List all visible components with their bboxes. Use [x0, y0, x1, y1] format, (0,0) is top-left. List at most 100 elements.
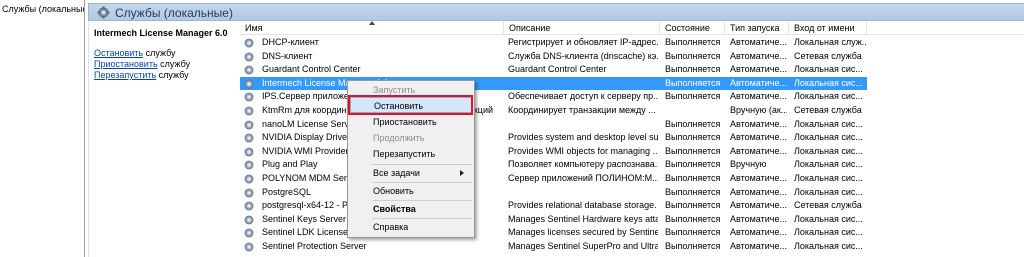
tree-item-services-local[interactable]: Службы (локальные) [0, 3, 84, 16]
service-logon-cell: Локальная сис... [794, 173, 863, 183]
column-header-logon-as[interactable]: Вход от имени [789, 21, 867, 35]
service-description-cell: Служба DNS-клиента (dnscache) кэ... [508, 50, 658, 61]
menu-item-resume[interactable]: Продолжить [350, 130, 472, 146]
service-row[interactable]: nanoLM License Server Выполняется Автомати… [240, 118, 867, 132]
service-row[interactable]: Intermech License Manager 6.0 Выполняется… [240, 76, 867, 91]
service-row[interactable]: POLYNOM MDM Service Сервер приложений ПОЛ… [240, 172, 867, 186]
service-gear-icon [244, 79, 254, 89]
console-tree: Службы (локальные) [0, 0, 85, 257]
service-gear-icon [244, 38, 254, 48]
service-name-cell: DNS-клиент [262, 50, 313, 61]
extended-info-pane: Intermech License Manager 6.0 Остановить… [88, 21, 240, 257]
service-status-cell: Выполняется [665, 213, 721, 224]
menu-item-restart[interactable]: Перезапустить [350, 146, 472, 162]
service-row[interactable]: DHCP-клиент Регистрирует и обновляет IP-а… [240, 36, 867, 50]
service-row[interactable]: Sentinel Protection Server Manages Sentin… [240, 240, 867, 254]
service-status-cell: Выполняется [665, 118, 721, 129]
service-gear-icon [244, 147, 254, 157]
service-gear-icon [244, 120, 254, 129]
service-startup-cell: Автоматиче... [730, 77, 787, 88]
service-status-cell: Выполняется [665, 91, 721, 102]
service-gear-icon [244, 242, 254, 252]
service-logon-cell: Сетевая служба [794, 105, 862, 115]
service-gear-icon [244, 106, 254, 116]
service-name-cell: DHCP-клиент [262, 37, 319, 47]
selected-service-title: Intermech License Manager 6.0 [94, 28, 228, 38]
service-logon-cell: Локальная сис... [794, 213, 863, 224]
column-header-filler [867, 21, 1024, 35]
service-row[interactable]: Guardant Control Center Guardant Control … [240, 63, 867, 77]
service-row[interactable]: NVIDIA Display Driver Service Provides sy… [240, 131, 867, 145]
menu-item-properties[interactable]: Свойства [350, 201, 472, 217]
service-row[interactable]: Sentinel LDK License Manager Manages lice… [240, 226, 867, 240]
service-status-cell: Выполняется [665, 37, 721, 47]
service-gear-icon [244, 65, 254, 75]
service-row[interactable]: Sentinel Keys Server Manages Sentinel Har… [240, 213, 867, 227]
banner-title: Службы (локальные) [115, 6, 233, 20]
service-description-cell [508, 77, 658, 91]
service-startup-cell: Автоматиче... [730, 186, 787, 197]
services-gear-icon [97, 6, 110, 19]
restart-service-link[interactable]: Перезапустить [94, 70, 156, 80]
service-logon-cell: Локальная сис... [794, 118, 863, 129]
service-logon-cell: Локальная сис... [794, 145, 863, 156]
service-logon-cell: Локальная сис... [794, 241, 863, 251]
services-banner: Службы (локальные) [88, 3, 240, 21]
column-header-startup-type[interactable]: Тип запуска [725, 21, 789, 35]
service-startup-cell: Вручную (ак... [730, 105, 787, 115]
column-header-description[interactable]: Описание [504, 21, 660, 35]
banner-extension [240, 3, 1024, 21]
service-description-cell [508, 118, 658, 132]
service-row[interactable]: KtmRm для координатора распределенных тр… [240, 104, 867, 118]
menu-item-refresh[interactable]: Обновить [350, 183, 472, 199]
column-header-status[interactable]: Состояние [660, 21, 725, 35]
service-description-cell: Manages Sentinel SuperPro and Ultra... [508, 241, 658, 251]
service-row[interactable]: DNS-клиент Служба DNS-клиента (dnscache) … [240, 50, 867, 64]
service-gear-icon [244, 92, 254, 102]
service-logon-cell: Локальная сис... [794, 77, 863, 88]
service-startup-cell: Автоматиче... [730, 37, 787, 47]
service-gear-icon [244, 160, 254, 170]
service-row[interactable]: PostgreSQL Выполняется Автоматиче... Локаль… [240, 186, 867, 200]
service-startup-cell: Автоматиче... [730, 132, 787, 143]
column-header-name[interactable]: Имя [240, 21, 504, 35]
service-row[interactable]: Plug and Play Позволяет компьютеру распоз… [240, 158, 867, 172]
service-description-cell: Guardant Control Center [508, 64, 607, 75]
service-startup-cell: Автоматиче... [730, 64, 787, 75]
menu-item-all-tasks-label: Все задачи [373, 168, 420, 178]
menu-item-pause[interactable]: Приостановить [350, 114, 472, 130]
service-description-cell: Provides system and desktop level su... [508, 132, 658, 143]
service-logon-cell: Локальная служ... [794, 37, 866, 47]
service-gear-icon [244, 133, 254, 143]
service-logon-cell: Локальная сис... [794, 159, 863, 170]
column-header-name-label: Имя [245, 23, 263, 33]
stop-service-link[interactable]: Остановить [94, 48, 143, 58]
sort-ascending-icon [369, 21, 375, 25]
service-startup-cell: Автоматиче... [730, 50, 787, 61]
service-description-cell: Provides relational database storage. [508, 200, 657, 211]
service-gear-icon [244, 201, 254, 211]
service-startup-cell: Автоматиче... [730, 118, 787, 129]
action-suffix: службу [156, 70, 189, 80]
service-status-cell: Выполняется [665, 77, 721, 88]
service-status-cell: Выполняется [665, 227, 721, 238]
action-suffix: службу [143, 48, 176, 58]
service-logon-cell: Локальная сис... [794, 186, 863, 197]
service-startup-cell: Автоматиче... [730, 173, 787, 183]
service-status-cell: Выполняется [665, 200, 721, 211]
service-logon-cell: Локальная сис... [794, 227, 863, 238]
menu-item-all-tasks[interactable]: Все задачи [350, 165, 472, 181]
service-logon-cell: Локальная сис... [794, 132, 863, 143]
menu-item-help[interactable]: Справка [350, 219, 472, 235]
pause-service-link[interactable]: Приостановить [94, 59, 158, 69]
service-startup-cell: Автоматиче... [730, 145, 787, 156]
service-row[interactable]: postgresql-x64-12 - PostgreSQL Server 12… [240, 199, 867, 213]
service-logon-cell: Сетевая служба [794, 50, 862, 61]
service-description-cell: Обеспечивает доступ к серверу пр... [508, 91, 658, 102]
service-row[interactable]: NVIDIA WMI Provider Provides WMI objects … [240, 145, 867, 159]
service-status-cell: Выполняется [665, 50, 721, 61]
service-startup-cell: Автоматиче... [730, 200, 787, 211]
service-row[interactable]: IPS.Сервер приложений Обеспечивает доступ… [240, 90, 867, 104]
action-restart-line: Перезапустить службу [94, 70, 189, 81]
service-gear-icon [244, 174, 254, 184]
